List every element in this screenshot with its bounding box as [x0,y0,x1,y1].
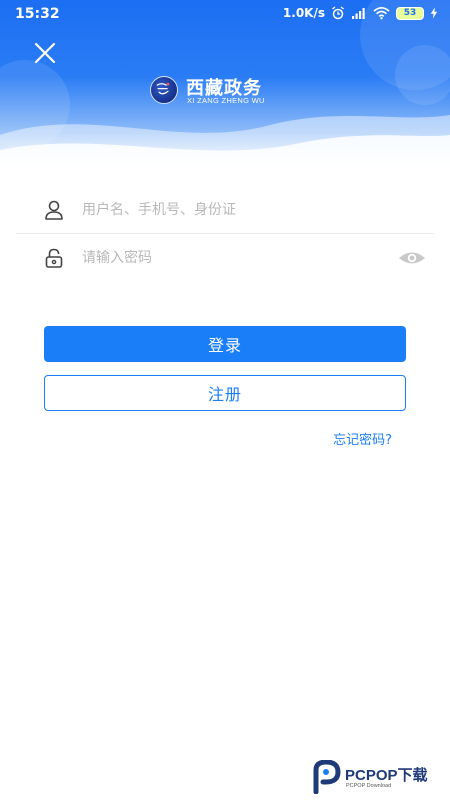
logo-subtitle: XI ZANG ZHENG WU [187,96,265,105]
watermark-brand: PCPOP下载 [345,767,428,784]
wifi-icon [373,7,390,20]
alarm-icon [332,6,344,20]
eye-icon[interactable] [398,248,426,268]
status-bar: 15:32 1.0K/s 53 [0,0,450,30]
login-button[interactable]: 登录 [44,326,406,362]
status-time: 15:32 [15,6,60,22]
charging-icon [430,7,438,19]
watermark: PCPOP下载 PCPOP Download [312,760,450,796]
battery-indicator: 53 [396,6,424,20]
username-field [16,186,434,234]
password-input[interactable] [82,246,382,270]
username-input[interactable] [82,198,382,222]
pcpop-logo-icon [313,760,341,794]
lock-icon [45,248,63,268]
user-icon [45,200,63,220]
net-speed: 1.0K/s [282,6,325,20]
header-wave [0,115,450,170]
status-icons: 1.0K/s 53 [283,6,438,20]
emblem-icon [150,76,178,104]
app-logo: 西藏政务 XI ZANG ZHENG WU [150,74,290,106]
watermark-sub: PCPOP Download [346,783,392,789]
login-screen: 15:32 1.0K/s 53 西藏政务 XI ZANG ZHENG WU 用户… [0,0,450,800]
signal-icon [352,8,365,19]
password-field [16,234,434,282]
forgot-password-link[interactable]: 忘记密码? [333,429,392,448]
close-icon[interactable] [32,40,58,66]
register-button[interactable]: 注册 [44,375,406,411]
